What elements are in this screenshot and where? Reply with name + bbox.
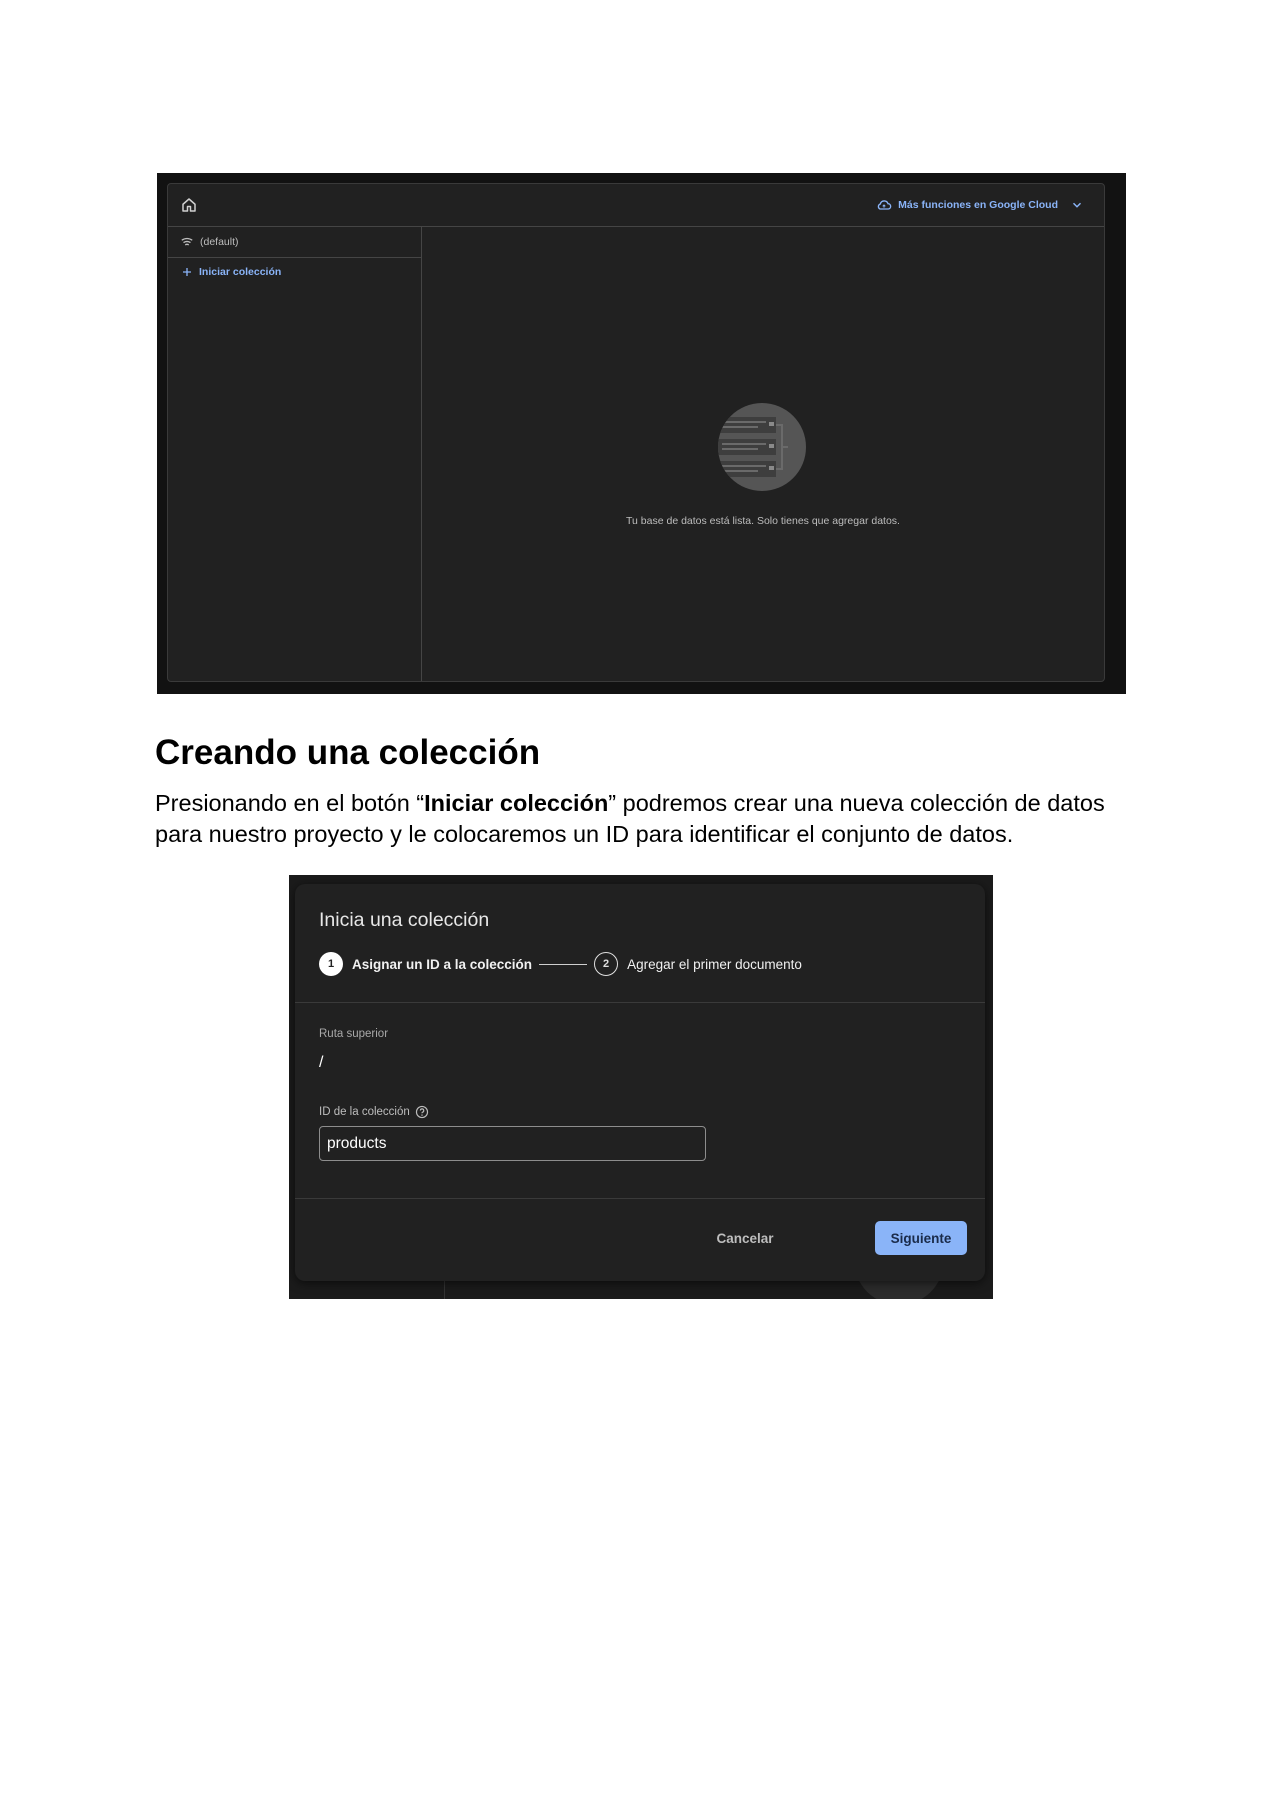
step-2-label: Agregar el primer documento [627, 956, 802, 972]
home-icon[interactable] [180, 196, 198, 214]
section-paragraph: Presionando en el botón “Iniciar colecci… [155, 788, 1155, 850]
chevron-down-icon [1072, 202, 1082, 208]
database-illustration [718, 403, 806, 491]
database-selector[interactable]: (default) [168, 227, 421, 258]
dialog-stepper: 1 Asignar un ID a la colección 2 Agregar… [319, 952, 802, 976]
paragraph-text-start: Presionando en el botón “ [155, 790, 425, 816]
section-heading: Creando una colección [155, 733, 541, 772]
help-icon[interactable] [415, 1105, 429, 1119]
console-panel: Más funciones en Google Cloud (default) … [167, 183, 1105, 682]
collection-id-label-text: ID de la colección [319, 1106, 410, 1118]
cancel-button[interactable]: Cancelar [705, 1221, 785, 1255]
step-1-label: Asignar un ID a la colección [352, 956, 533, 972]
collection-id-label: ID de la colección [319, 1105, 429, 1119]
empty-state-message: Tu base de datos está lista. Solo tienes… [626, 515, 900, 527]
dialog-footer-divider [295, 1198, 985, 1199]
start-collection-label: Iniciar colección [199, 266, 282, 278]
step-2-indicator: 2 [594, 952, 619, 976]
parent-path-label: Ruta superior [319, 1028, 389, 1040]
database-name: (default) [200, 236, 239, 248]
database-icon [181, 237, 193, 246]
step-1-indicator: 1 [319, 952, 343, 976]
parent-path-value: / [319, 1054, 324, 1071]
start-collection-button[interactable]: Iniciar colección [168, 258, 421, 278]
start-collection-dialog: Inicia una colección 1 Asignar un ID a l… [295, 884, 985, 1281]
firestore-console-screenshot: Más funciones en Google Cloud (default) … [157, 173, 1126, 694]
google-cloud-link[interactable]: Más funciones en Google Cloud [876, 196, 1084, 214]
collection-id-input[interactable] [319, 1126, 706, 1161]
plus-icon [183, 268, 191, 276]
step-connector [539, 963, 588, 965]
console-toolbar: Más funciones en Google Cloud [168, 184, 1104, 227]
dialog-divider [295, 1002, 985, 1003]
next-button[interactable]: Siguiente [875, 1221, 967, 1255]
google-cloud-link-label: Más funciones en Google Cloud [898, 199, 1058, 211]
start-collection-dialog-screenshot: Inicia una colección 1 Asignar un ID a l… [289, 875, 993, 1299]
cloud-icon [877, 200, 892, 210]
paragraph-bold-text: Iniciar colección [424, 790, 609, 816]
collections-sidebar: (default) Iniciar colección [168, 227, 422, 681]
dialog-title: Inicia una colección [319, 909, 490, 931]
